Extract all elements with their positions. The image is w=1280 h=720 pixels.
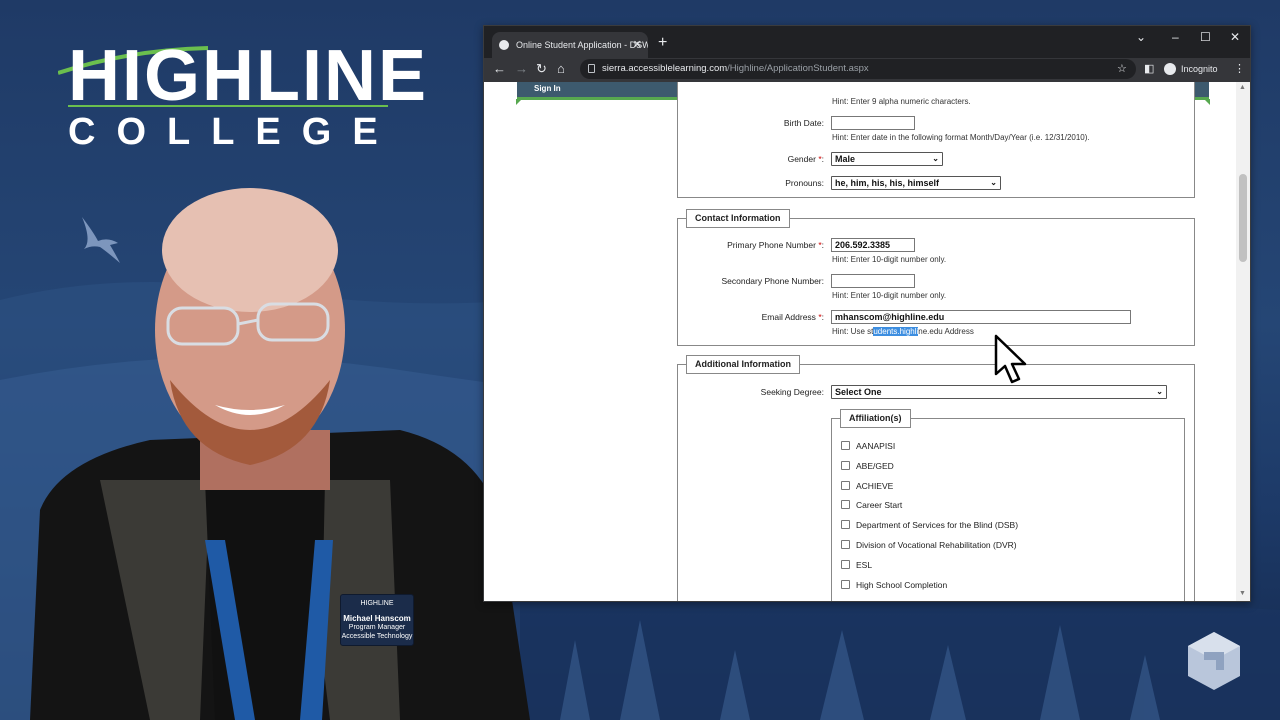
- back-icon[interactable]: ←: [493, 61, 506, 77]
- url-host: sierra.accessiblelearning.com: [602, 63, 728, 74]
- menu-icon[interactable]: ⋮: [1234, 62, 1245, 75]
- gender-label: Gender *:: [787, 154, 824, 164]
- globe-icon: [499, 40, 509, 50]
- birth-date-input[interactable]: [831, 116, 915, 130]
- checkbox[interactable]: [841, 560, 850, 569]
- vertical-scrollbar[interactable]: ▲ ▼: [1236, 82, 1250, 601]
- seeking-degree-label: Seeking Degree:: [760, 387, 824, 397]
- pronouns-label: Pronouns:: [785, 178, 824, 188]
- checkbox[interactable]: [841, 540, 850, 549]
- affiliation-option[interactable]: ACHIEVE: [841, 481, 893, 491]
- birth-date-label: Birth Date:: [783, 118, 824, 128]
- chevron-down-icon[interactable]: ⌄: [1136, 30, 1146, 44]
- primary-phone-hint: Hint: Enter 10-digit number only.: [832, 255, 947, 264]
- affiliation-option[interactable]: ESL: [841, 560, 872, 570]
- contact-information-legend: Contact Information: [686, 209, 790, 228]
- close-window-icon[interactable]: ✕: [1230, 30, 1240, 44]
- primary-phone-label: Primary Phone Number *:: [727, 240, 824, 250]
- birth-date-hint: Hint: Enter date in the following format…: [832, 133, 1090, 142]
- email-input[interactable]: mhanscom@highline.edu: [831, 310, 1131, 324]
- chevron-down-icon: ⌄: [990, 178, 997, 187]
- name-badge: HIGHLINE Michael Hanscom Program Manager…: [340, 594, 414, 646]
- chevron-down-icon: ⌄: [1156, 387, 1163, 396]
- email-label: Email Address *:: [761, 312, 824, 322]
- scroll-thumb[interactable]: [1239, 174, 1247, 262]
- checkbox[interactable]: [841, 520, 850, 529]
- reload-icon[interactable]: ↻: [536, 61, 547, 77]
- checkbox[interactable]: [841, 441, 850, 450]
- browser-window: Online Student Application - DSW ✕ + ⌄ –…: [483, 25, 1251, 602]
- seeking-degree-select[interactable]: Select One ⌄: [831, 385, 1167, 399]
- secondary-phone-label: Secondary Phone Number:: [721, 276, 824, 286]
- checkbox[interactable]: [841, 580, 850, 589]
- url-path: /Highline/ApplicationStudent.aspx: [727, 63, 869, 74]
- page-viewport: Sign In Hint: Enter 9 alpha numeric char…: [484, 82, 1236, 601]
- close-tab-icon[interactable]: ✕: [633, 32, 642, 58]
- logo-line-1: HIGHLINE: [68, 36, 429, 116]
- affiliation-option[interactable]: Career Start: [841, 500, 902, 510]
- checkbox[interactable]: [841, 461, 850, 470]
- scroll-up-icon[interactable]: ▲: [1239, 84, 1246, 91]
- browser-toolbar: ← → ↻ ⌂ sierra.accessiblelearning.com/Hi…: [484, 58, 1250, 82]
- id-hint: Hint: Enter 9 alpha numeric characters.: [832, 97, 971, 106]
- address-bar[interactable]: sierra.accessiblelearning.com/Highline/A…: [580, 59, 1136, 79]
- maximize-icon[interactable]: ☐: [1200, 30, 1211, 44]
- checkbox[interactable]: [841, 481, 850, 490]
- affiliation-option[interactable]: ABE/GED: [841, 461, 894, 471]
- affiliation-option[interactable]: High School Completion: [841, 580, 947, 590]
- presenter-video: [30, 188, 530, 720]
- incognito-label: Incognito: [1181, 64, 1218, 74]
- tab-bar: Online Student Application - DSW ✕ + ⌄ –…: [484, 26, 1250, 58]
- secondary-phone-hint: Hint: Enter 10-digit number only.: [832, 291, 947, 300]
- secondary-phone-input[interactable]: [831, 274, 915, 288]
- affiliation-option[interactable]: Division of Vocational Rehabilitation (D…: [841, 540, 1017, 550]
- highline-college-logo: HIGHLINE COLLEGE: [58, 40, 426, 153]
- gender-select[interactable]: Male ⌄: [831, 152, 943, 166]
- browser-tab[interactable]: Online Student Application - DSW ✕: [492, 32, 648, 58]
- tab-title: Online Student Application - DSW: [516, 40, 648, 50]
- bookmark-star-icon[interactable]: ☆: [1117, 62, 1127, 75]
- scroll-down-icon[interactable]: ▼: [1239, 590, 1246, 597]
- home-icon[interactable]: ⌂: [557, 61, 565, 77]
- incognito-profile[interactable]: Incognito: [1164, 63, 1218, 75]
- new-tab-icon[interactable]: +: [658, 32, 667, 54]
- affiliations-legend: Affiliation(s): [840, 409, 911, 428]
- selected-text: udents.highli: [873, 327, 919, 336]
- checkbox[interactable]: [841, 500, 850, 509]
- badge-org: HIGHLINE: [360, 600, 394, 607]
- primary-phone-input[interactable]: 206.592.3385: [831, 238, 915, 252]
- sign-in-link[interactable]: Sign In: [534, 84, 561, 93]
- lock-icon: [588, 64, 595, 73]
- minimize-icon[interactable]: –: [1172, 30, 1179, 44]
- badge-name: Michael Hanscom: [343, 614, 411, 623]
- pronouns-select[interactable]: he, him, his, his, himself ⌄: [831, 176, 1001, 190]
- mouse-cursor-icon: [994, 334, 1027, 384]
- logo-line-2: COLLEGE: [68, 111, 399, 153]
- forward-icon[interactable]: →: [515, 61, 528, 77]
- badge-title: Program Manager Accessible Technology: [341, 624, 413, 640]
- side-panel-icon[interactable]: ◧: [1144, 62, 1154, 75]
- chevron-down-icon: ⌄: [932, 154, 939, 163]
- incognito-icon: [1164, 63, 1176, 75]
- additional-information-legend: Additional Information: [686, 355, 800, 374]
- affiliation-option[interactable]: Department of Services for the Blind (DS…: [841, 520, 1018, 530]
- email-hint: Hint: Use students.highline.edu Address: [832, 327, 974, 336]
- affiliation-option[interactable]: AANAPISI: [841, 441, 895, 451]
- cube-logo-icon: [1188, 632, 1240, 690]
